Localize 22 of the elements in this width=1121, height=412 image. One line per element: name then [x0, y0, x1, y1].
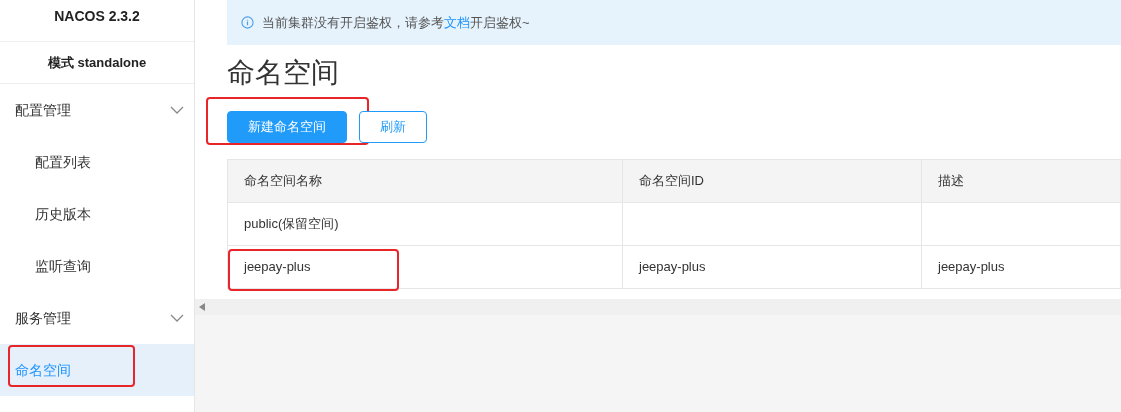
table-cell: jeepay-plus	[922, 246, 1121, 289]
menu-group-label: 配置管理	[15, 100, 71, 120]
menu-group[interactable]: 服务管理	[0, 292, 194, 344]
menu-group[interactable]: 配置管理	[0, 84, 194, 136]
alert-text: 当前集群没有开启鉴权，请参考文档开启鉴权~	[262, 13, 530, 32]
column-header: 命名空间名称	[228, 160, 623, 203]
table-cell: jeepay-plus	[623, 246, 922, 289]
info-icon	[241, 16, 254, 29]
sidebar-item[interactable]: 历史版本	[0, 188, 194, 240]
page-title: 命名空间	[227, 56, 340, 90]
mode-label: 模式 standalone	[47, 53, 147, 72]
sidebar-item[interactable]: 监听查询	[0, 240, 194, 292]
scroll-left-icon[interactable]	[199, 303, 205, 311]
column-header: 描述	[922, 160, 1121, 203]
table-cell: jeepay-plus	[228, 246, 623, 289]
table-cell: public(保留空间)	[228, 203, 623, 246]
app-title: NACOS 2.3.2	[54, 7, 140, 26]
menu-group-label: 服务管理	[15, 308, 71, 328]
sidebar-item[interactable]: 配置列表	[0, 136, 194, 188]
column-header: 命名空间ID	[623, 160, 922, 203]
chevron-down-icon	[170, 314, 184, 322]
chevron-down-icon	[170, 106, 184, 114]
